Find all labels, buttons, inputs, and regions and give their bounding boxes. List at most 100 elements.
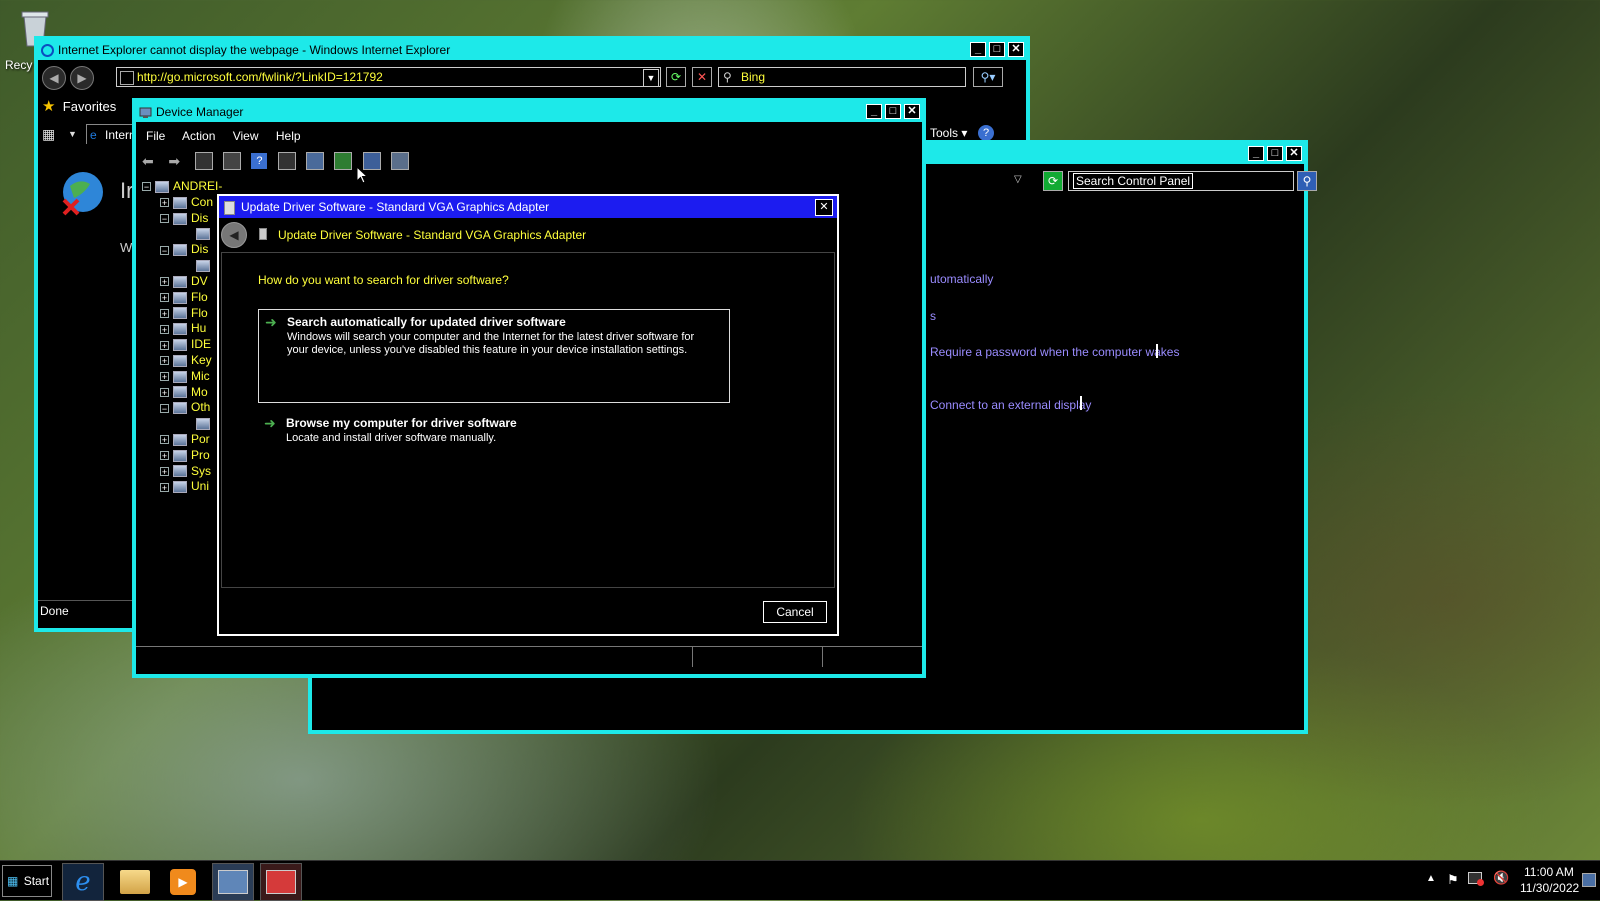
update-driver-icon[interactable] [334,152,353,170]
refresh-button[interactable]: ⟳ [666,67,686,87]
dialog-back-button[interactable]: ◀ [221,222,247,248]
dialog-close-button[interactable]: ✕ [815,199,833,216]
expand-icon[interactable]: + [160,340,169,350]
help-icon[interactable]: ? [251,153,268,169]
search-control-panel-input[interactable]: Search Control Panel [1068,171,1294,191]
dm-maximize-button[interactable]: □ [885,104,901,119]
forward-arrow-icon[interactable]: ➡ [168,153,184,169]
expand-icon[interactable]: + [160,324,169,334]
clock-time[interactable]: 11:00 AM [1524,865,1574,879]
favorites-button[interactable]: ★ Favorites [42,96,116,118]
cp-link-s[interactable]: s [930,309,936,323]
stop-button[interactable]: ✕ [692,67,712,87]
taskbar-media-player-button[interactable]: ▶ [162,863,204,901]
tree-item[interactable] [196,226,214,242]
taskbar-device-manager-button[interactable] [260,863,302,901]
expand-icon[interactable]: + [160,277,169,287]
expand-icon[interactable]: + [160,372,169,382]
expand-icon[interactable]: + [160,356,169,366]
tree-item[interactable]: + Uni [160,478,209,494]
collapse-icon[interactable]: − [160,245,169,255]
address-bar[interactable]: http://go.microsoft.com/fwlink/?LinkID=1… [116,67,661,87]
expand-icon[interactable]: + [160,466,169,476]
tree-item[interactable]: + Flo [160,305,208,321]
ie-tab[interactable]: e Intern [86,124,134,144]
menu-action[interactable]: Action [182,129,215,143]
tree-item[interactable]: + Mo [160,384,208,400]
taskbar-ie-button[interactable]: e [62,863,104,901]
tree-item[interactable] [196,415,214,431]
properties-icon[interactable] [223,152,242,170]
search-automatically-option[interactable]: ➜ Search automatically for updated drive… [258,309,730,403]
address-dropdown-icon[interactable]: ▼ [643,69,659,87]
cancel-button[interactable]: Cancel [763,601,827,623]
show-desktop-button[interactable] [1582,873,1596,887]
collapse-icon[interactable]: − [160,214,169,224]
tree-root[interactable]: − ANDREI-PC [142,178,222,194]
start-button[interactable]: ▦ Start [2,865,52,897]
cp-minimize-button[interactable]: _ [1248,146,1264,161]
menu-help[interactable]: Help [276,129,301,143]
cp-address-dropdown-icon[interactable]: ▽ [1014,174,1022,185]
collapse-icon[interactable]: − [142,182,151,192]
search-go-button[interactable]: ⚲▾ [973,67,1003,87]
tree-item[interactable]: + Con [160,194,213,210]
tree-item[interactable] [196,257,214,273]
tab-dropdown-icon[interactable]: ▼ [68,126,80,142]
show-hide-tree-icon[interactable] [194,152,213,170]
network-icon[interactable] [1468,872,1484,886]
show-hidden-icons[interactable]: ▲ [1426,873,1436,884]
cp-link-automatically[interactable]: utomatically [930,272,993,286]
bing-search-input[interactable]: ⚲ Bing [718,67,966,87]
tree-item[interactable]: + Flo [160,289,208,305]
disable-device-icon[interactable] [391,152,410,170]
tools-menu[interactable]: Tools ▾ [930,126,967,140]
expand-icon[interactable]: + [160,451,169,461]
expand-icon[interactable]: + [160,308,169,318]
tree-item[interactable]: − Dis [160,241,208,257]
cp-search-button[interactable]: ⚲ [1297,171,1317,191]
cp-link-require-password[interactable]: Require a password when the computer wak… [930,345,1179,359]
expand-icon[interactable]: + [160,482,169,492]
cp-refresh-button[interactable]: ⟳ [1043,171,1063,191]
tree-item[interactable]: + Sys [160,463,211,479]
maximize-button[interactable]: □ [989,42,1005,57]
device-manager-titlebar[interactable]: Device Manager _ □ ✕ [136,102,922,122]
clock-date[interactable]: 11/30/2022 [1520,881,1579,895]
action-center-flag-icon[interactable]: ⚑ [1447,872,1459,888]
scan-hardware-icon[interactable] [306,152,325,170]
tree-item[interactable]: + Mic [160,368,210,384]
expand-icon[interactable]: + [160,435,169,445]
volume-muted-icon[interactable]: 🔇 [1493,870,1509,886]
menu-file[interactable]: File [146,129,165,143]
tree-item[interactable]: − Dis [160,210,208,226]
tree-item[interactable]: + Por [160,431,210,447]
close-button[interactable]: ✕ [1008,42,1024,57]
cp-maximize-button[interactable]: □ [1267,146,1283,161]
expand-icon[interactable]: + [160,198,169,208]
cp-link-external-display[interactable]: Connect to an external display [930,398,1091,412]
tree-item[interactable]: + Pro [160,447,210,463]
tree-item[interactable]: + IDE [160,336,211,352]
tab-quick-grid-icon[interactable]: ▦ [42,126,58,142]
back-arrow-icon[interactable]: ⬅ [142,153,158,169]
help-menu-icon[interactable]: ? [978,125,994,141]
forward-button[interactable]: ▶ [70,66,94,90]
back-button[interactable]: ◀ [42,66,66,90]
tree-item[interactable]: + Hu [160,320,206,336]
tree-item[interactable]: + DV [160,273,208,289]
tree-item[interactable]: + Key [160,352,212,368]
cp-close-button[interactable]: ✕ [1286,146,1302,161]
ie-titlebar[interactable]: Internet Explorer cannot display the web… [38,40,1026,60]
collapse-icon[interactable]: − [160,403,169,413]
dialog-titlebar[interactable]: Update Driver Software - Standard VGA Gr… [219,196,837,218]
browse-computer-option[interactable]: ➜ Browse my computer for driver software… [258,411,730,451]
dm-close-button[interactable]: ✕ [904,104,920,119]
minimize-button[interactable]: _ [970,42,986,57]
expand-icon[interactable]: + [160,293,169,303]
tree-item[interactable]: − Oth [160,399,210,415]
dm-minimize-button[interactable]: _ [866,104,882,119]
view-icon[interactable] [277,152,296,170]
taskbar-explorer-button[interactable] [114,863,156,901]
expand-icon[interactable]: + [160,387,169,397]
